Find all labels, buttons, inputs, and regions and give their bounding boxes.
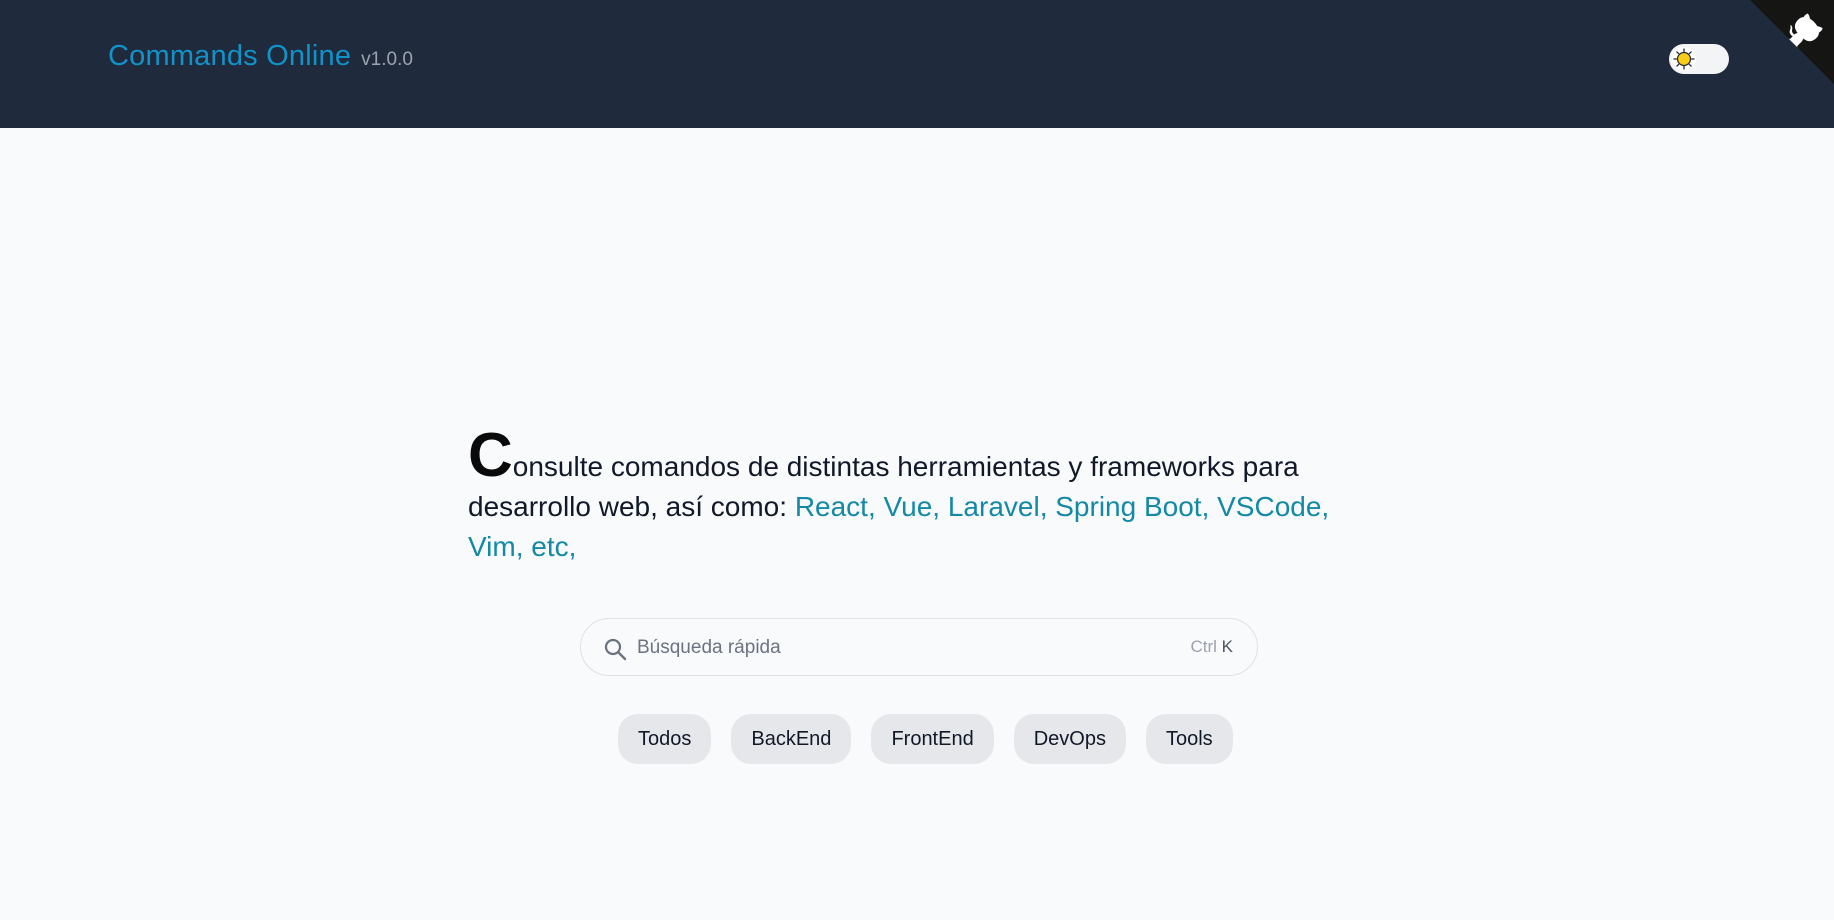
app-title[interactable]: Commands Online [108, 40, 351, 73]
filter-todos[interactable]: Todos [618, 714, 712, 764]
theme-toggle[interactable] [1669, 44, 1729, 74]
hero-dropcap: C [468, 421, 513, 490]
search-icon [604, 638, 627, 661]
brand: Commands Online v1.0.0 [108, 40, 413, 73]
search-input[interactable] [637, 633, 1137, 663]
shortcut-modifier: Ctrl [1190, 637, 1217, 656]
filter-frontend[interactable]: FrontEnd [871, 714, 994, 764]
github-corner-link[interactable] [1750, 0, 1834, 84]
search-shortcut-hint: Ctrl K [1190, 637, 1233, 657]
sun-icon [1673, 48, 1695, 70]
github-octocat-icon [1750, 0, 1834, 84]
navbar: Commands Online v1.0.0 [0, 0, 1834, 128]
category-filters: Todos BackEnd FrontEnd DevOps Tools [618, 714, 1233, 764]
quick-search[interactable]: Ctrl K [580, 618, 1258, 676]
filter-tools[interactable]: Tools [1145, 714, 1233, 764]
app-version: v1.0.0 [361, 49, 413, 70]
toggle-knob [1672, 47, 1696, 71]
filter-devops[interactable]: DevOps [1013, 714, 1126, 764]
hero-description: Consulte comandos de distintas herramien… [468, 425, 1378, 567]
filter-backend[interactable]: BackEnd [731, 714, 852, 764]
shortcut-key: K [1221, 637, 1233, 656]
